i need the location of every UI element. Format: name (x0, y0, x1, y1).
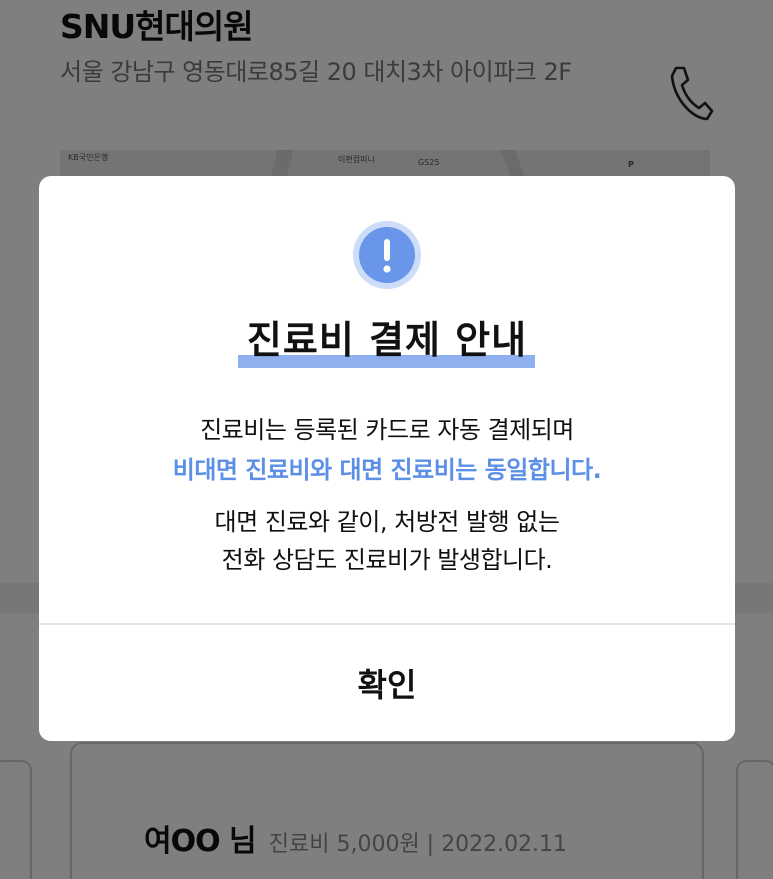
modal-message-highlight: 비대면 진료비와 대면 진료비는 동일합니다. (172, 456, 602, 484)
modal-title-row: 진료비 결제 안내 (39, 309, 735, 364)
modal-title: 진료비 결제 안내 (246, 318, 528, 362)
modal-message-line4: 전화 상담도 진료비가 발생합니다. (221, 546, 553, 574)
payment-info-modal: 진료비 결제 안내 진료비는 등록된 카드로 자동 결제되며 비대면 진료비와 … (39, 176, 735, 741)
alert-icon (353, 221, 421, 289)
modal-message-line1: 진료비는 등록된 카드로 자동 결제되며 (200, 416, 574, 444)
confirm-button[interactable]: 확인 (39, 625, 735, 741)
modal-message-line3: 대면 진료와 같이, 처방전 발행 없는 (214, 508, 560, 536)
